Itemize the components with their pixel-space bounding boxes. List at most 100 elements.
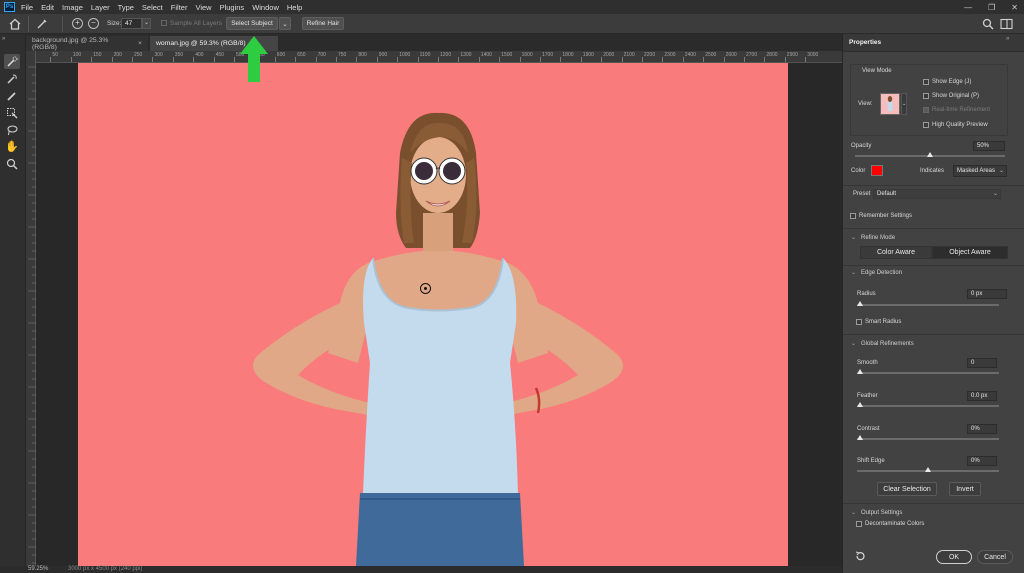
smooth-slider[interactable] [857,372,999,374]
radius-slider-thumb[interactable] [857,301,863,306]
brush-size-input[interactable]: 47 [121,18,142,29]
image-canvas[interactable] [78,63,788,566]
clear-selection-button[interactable]: Clear Selection [877,482,937,496]
properties-tab[interactable]: Properties [849,39,881,46]
ruler-tick-label: 1800 [562,52,574,58]
menu-view[interactable]: View [195,3,211,12]
menu-type[interactable]: Type [118,3,134,12]
ok-button[interactable]: OK [936,550,972,564]
indicates-select[interactable]: Masked Areas ⌄ [953,165,1007,177]
radius-slider[interactable] [857,304,999,306]
feather-slider-thumb[interactable] [857,402,863,407]
shift-edge-input[interactable]: 0% [967,456,997,466]
realtime-refinement-label: Real-time Refinement [932,107,991,113]
menu-edit[interactable]: Edit [41,3,54,12]
opacity-slider-thumb[interactable] [927,152,933,157]
contrast-slider[interactable] [857,438,999,440]
ruler-tick-label: 2200 [644,52,656,58]
global-refinements-title: Global Refinements [861,341,914,347]
cancel-button[interactable]: Cancel [977,550,1013,564]
menu-file[interactable]: File [21,3,33,12]
close-tab-icon[interactable]: × [138,40,142,47]
hand-tool-icon[interactable]: ✋ [4,139,20,154]
subtract-from-selection-icon[interactable]: − [88,18,99,29]
menu-help[interactable]: Help [287,3,302,12]
chevron-down-icon[interactable]: ⌄ [142,18,151,29]
photoshop-logo-icon[interactable]: Ps [4,2,15,12]
menu-layer[interactable]: Layer [91,3,110,12]
minimize-icon[interactable]: — [964,3,972,12]
object-aware-button[interactable]: Object Aware [932,246,1008,259]
refine-mode-title: Refine Mode [861,235,896,241]
collapse-toolbar-icon[interactable]: » [2,36,5,42]
reset-icon[interactable] [855,551,866,563]
close-window-icon[interactable]: ✕ [1011,3,1018,12]
ruler-tick-label: 750 [338,52,347,58]
remember-settings-checkbox[interactable] [850,213,856,219]
color-aware-button[interactable]: Color Aware [860,246,932,259]
smart-radius-checkbox[interactable] [856,319,862,325]
show-original-checkbox[interactable] [923,93,929,99]
view-thumbnail[interactable] [880,93,900,115]
zoom-level[interactable]: 59.25% [28,566,48,572]
select-subject-button[interactable]: Select Subject [226,17,278,30]
overlay-color-swatch[interactable] [871,165,883,176]
view-dropdown-chevron-icon[interactable]: ⌄ [901,93,907,115]
menu-plugins[interactable]: Plugins [220,3,245,12]
menu-filter[interactable]: Filter [171,3,188,12]
invert-button[interactable]: Invert [949,482,981,496]
home-icon[interactable] [8,18,22,32]
restore-icon[interactable]: ❐ [988,3,995,12]
tab-background-jpg[interactable]: background.jpg @ 25.3% (RGB/8) × [26,36,148,51]
edge-detection-section[interactable]: ⌄ Edge Detection [851,269,902,276]
contrast-input[interactable]: 0% [967,424,997,434]
search-icon[interactable] [982,18,994,32]
preset-select[interactable]: Default ⌄ [873,189,1001,199]
opacity-label: Opacity [851,143,872,149]
lasso-tool-icon[interactable] [4,122,20,137]
decontaminate-colors-checkbox[interactable] [856,521,862,527]
feather-slider[interactable] [857,405,999,407]
zoom-tool-icon[interactable] [4,156,20,171]
opacity-input[interactable]: 50% [973,141,1005,151]
smooth-input[interactable]: 0 [967,358,997,368]
output-settings-section[interactable]: ⌄ Output Settings [851,509,902,516]
sample-all-layers-checkbox[interactable] [161,20,167,26]
brush-tool-icon[interactable] [4,88,20,103]
ruler-tick-label: 1900 [582,52,594,58]
preset-label: Preset [853,191,871,197]
object-selection-tool-icon[interactable] [4,105,20,120]
shift-edge-slider-thumb[interactable] [925,467,931,472]
ruler-tick-label: 2700 [746,52,758,58]
contrast-slider-thumb[interactable] [857,435,863,440]
divider [843,228,1024,229]
ruler-tick-label: 50 [52,52,58,58]
shift-edge-label: Shift Edge [857,458,885,464]
ruler-tick-label: 450 [215,52,224,58]
quick-selection-tool-icon[interactable] [4,54,20,69]
status-bar: 59.25% 3000 px x 4500 px (240 ppi) [0,566,842,573]
refine-edge-brush-tool-icon[interactable] [4,71,20,86]
brush-tool-preset-icon[interactable] [36,18,48,32]
ruler-tick-label: 1000 [399,52,411,58]
menu-select[interactable]: Select [142,3,163,12]
show-original-label: Show Original (P) [932,93,980,99]
collapse-panel-icon[interactable]: » [1006,36,1009,42]
smooth-slider-thumb[interactable] [857,369,863,374]
menu-image[interactable]: Image [62,3,83,12]
global-refinements-section[interactable]: ⌄ Global Refinements [851,340,914,347]
high-quality-preview-checkbox[interactable] [923,122,929,128]
document-workspace[interactable] [36,63,842,566]
ruler-tick-label: 600 [276,52,286,58]
refine-hair-button[interactable]: Refine Hair [302,17,344,30]
menu-window[interactable]: Window [252,3,279,12]
radius-input[interactable]: 0 px [967,289,1007,299]
show-edge-checkbox[interactable] [923,79,929,85]
preset-value: Default [877,191,897,197]
select-subject-dropdown[interactable]: ⌄ [279,17,291,30]
realtime-refinement-checkbox[interactable] [923,107,929,113]
feather-input[interactable]: 0.0 px [967,391,997,401]
workspace-switcher-icon[interactable] [1000,18,1013,32]
refine-mode-section[interactable]: ⌄ Refine Mode [851,234,895,241]
add-to-selection-icon[interactable]: + [72,18,83,29]
